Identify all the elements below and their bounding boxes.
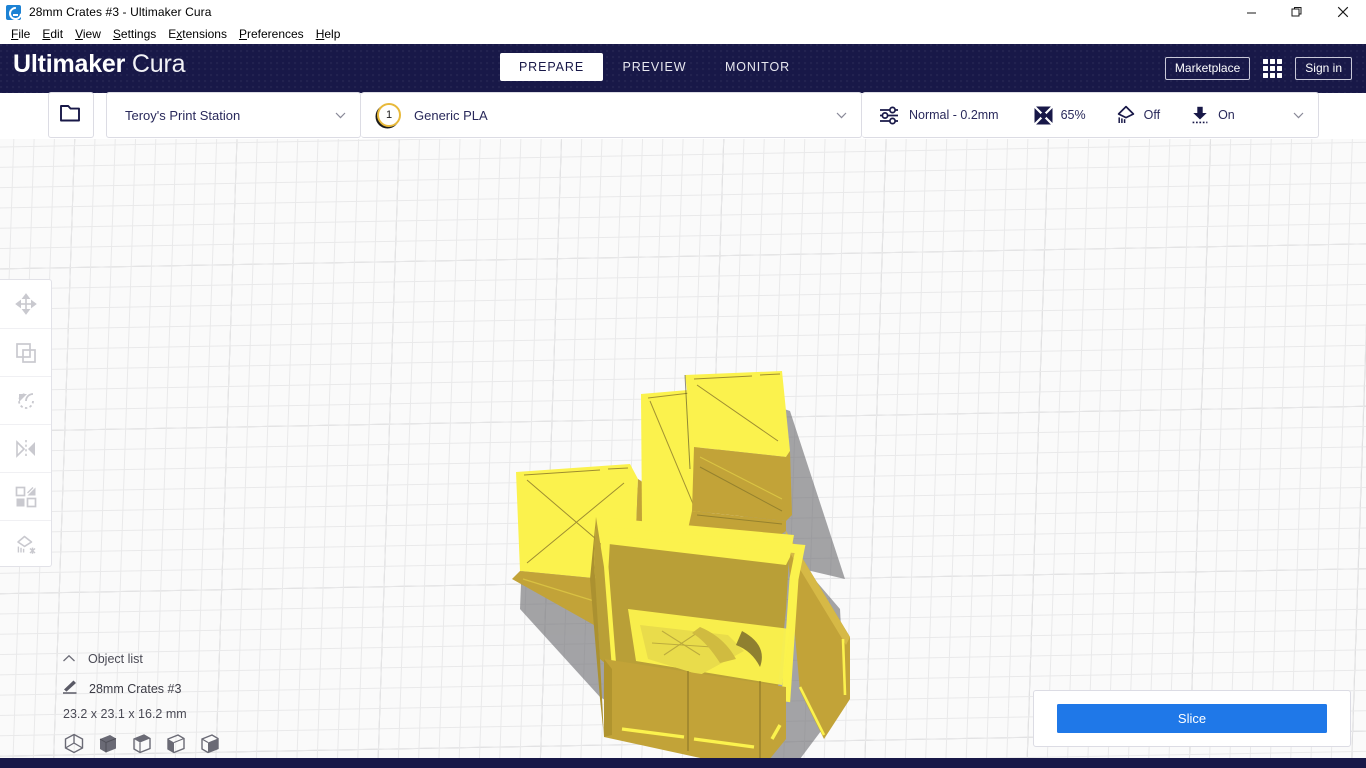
window-title-bar: 28mm Crates #3 - Ultimaker Cura [0, 0, 1366, 24]
machine-name: Teroy's Print Station [125, 107, 241, 123]
action-panel: Slice [1033, 690, 1351, 747]
adhesion-group[interactable]: On [1190, 92, 1235, 138]
build-plate-viewport[interactable] [0, 139, 1366, 758]
menu-bar: File Edit View Settings Extensions Prefe… [0, 24, 1366, 44]
rotate-tool[interactable] [0, 376, 51, 424]
profile-value: Normal - 0.2mm [909, 108, 999, 122]
print-settings-selector[interactable]: Normal - 0.2mm 65% Off On [862, 92, 1319, 138]
cube-front-icon[interactable] [97, 733, 118, 754]
menu-file[interactable]: File [5, 26, 36, 42]
sign-in-button[interactable]: Sign in [1295, 56, 1352, 80]
menu-extensions[interactable]: Extensions [162, 26, 233, 42]
tab-monitor[interactable]: MONITOR [706, 53, 809, 81]
infill-group[interactable]: 65% [1033, 92, 1086, 138]
object-name: 28mm Crates #3 [89, 682, 182, 696]
object-list-title: Object list [88, 652, 143, 666]
marketplace-button[interactable]: Marketplace [1164, 56, 1251, 80]
support-value: Off [1143, 108, 1161, 122]
model-tools-panel [0, 279, 52, 567]
mirror-tool[interactable] [0, 424, 51, 472]
menu-preferences[interactable]: Preferences [233, 26, 310, 42]
grid-apps-icon[interactable] [1263, 58, 1283, 78]
scale-tool[interactable] [0, 328, 51, 376]
menu-view[interactable]: View [69, 26, 107, 42]
bottom-strip [0, 758, 1366, 768]
chevron-up-icon[interactable] [62, 650, 76, 668]
minimize-icon[interactable] [1228, 0, 1274, 24]
move-tool[interactable] [0, 280, 51, 328]
restore-icon[interactable] [1274, 0, 1320, 24]
cube-isometric-icon[interactable] [64, 733, 84, 754]
cube-right-icon[interactable] [199, 733, 220, 754]
scale-icon [15, 342, 37, 364]
model-28mm-crates-3[interactable] [0, 139, 1366, 758]
print-profile-sliders-icon [879, 106, 901, 125]
mirror-icon [14, 439, 38, 459]
tab-preview[interactable]: PREVIEW [603, 53, 706, 81]
support-structure-icon [1116, 105, 1136, 125]
chevron-down-icon [1293, 112, 1304, 119]
infill-value: 65% [1060, 108, 1086, 122]
chevron-down-icon [335, 112, 346, 119]
support-blocker-tool[interactable] [0, 520, 51, 568]
header-actions: Marketplace Sign in [1164, 55, 1352, 81]
infill-density-icon [1033, 105, 1053, 125]
mesh-type-pencil-icon[interactable] [62, 679, 79, 699]
close-icon[interactable] [1320, 0, 1366, 24]
chevron-down-icon [836, 112, 847, 119]
move-arrows-icon [14, 293, 37, 315]
menu-edit[interactable]: Edit [36, 26, 69, 42]
object-dimensions: 23.2 x 23.1 x 16.2 mm [63, 707, 187, 721]
per-model-settings-tool[interactable] [0, 472, 51, 520]
slice-button[interactable]: Slice [1057, 704, 1327, 733]
window-title: 28mm Crates #3 - Ultimaker Cura [29, 5, 212, 19]
open-folder-icon [59, 102, 84, 128]
object-list-panel: Object list 28mm Crates #3 23.2 x 23.1 x… [62, 648, 187, 721]
cube-left-icon[interactable] [165, 733, 186, 754]
support-blocker-icon [15, 534, 37, 556]
menu-settings[interactable]: Settings [107, 26, 162, 42]
rotate-icon [15, 390, 37, 412]
material-selector[interactable]: 1 Generic PLA [361, 92, 862, 138]
adhesion-value: On [1218, 108, 1235, 122]
machine-selector[interactable]: Teroy's Print Station [106, 92, 361, 138]
app-brand: Ultimaker Cura [13, 50, 185, 79]
list-item[interactable]: 28mm Crates #3 [62, 679, 187, 699]
stage-tabs: PREPARE PREVIEW MONITOR [500, 53, 880, 81]
per-model-settings-icon [15, 486, 37, 508]
object-list-header[interactable]: Object list [62, 648, 187, 670]
profile-group[interactable]: Normal - 0.2mm [879, 92, 999, 138]
material-name: Generic PLA [414, 107, 488, 123]
brand-light: Cura [131, 50, 186, 78]
support-group[interactable]: Off [1116, 92, 1160, 138]
view-orientation-bar [64, 733, 220, 754]
cura-logo-icon [6, 4, 21, 20]
brand-bold: Ultimaker [13, 50, 126, 78]
cube-top-icon[interactable] [131, 733, 152, 754]
window-controls [1228, 0, 1366, 24]
open-file-button[interactable] [48, 92, 94, 138]
tab-prepare[interactable]: PREPARE [500, 53, 603, 81]
extruder-1-badge: 1 [377, 103, 401, 127]
build-plate-adhesion-icon [1190, 105, 1210, 125]
menu-help[interactable]: Help [310, 26, 347, 42]
crate-back-right [684, 371, 792, 549]
